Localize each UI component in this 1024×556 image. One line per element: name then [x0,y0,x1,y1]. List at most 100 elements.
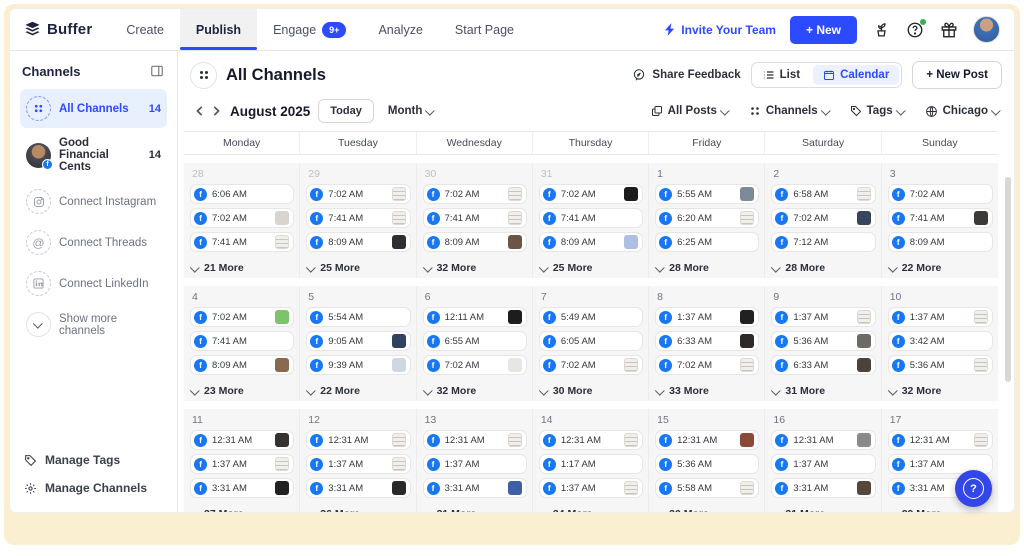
scheduled-post-chip[interactable]: f5:36 AM [888,355,993,375]
nav-start-page[interactable]: Start Page [439,9,530,50]
scheduled-post-chip[interactable]: f7:41 AM [306,208,410,228]
scheduled-post-chip[interactable]: f8:09 AM [190,355,294,375]
scheduled-post-chip[interactable]: f7:41 AM [423,208,527,228]
scheduled-post-chip[interactable]: f7:02 AM [190,307,294,327]
scheduled-post-chip[interactable]: f3:31 AM [423,478,527,498]
scheduled-post-chip[interactable]: f9:05 AM [306,331,410,351]
scheduled-post-chip[interactable]: f5:36 AM [771,331,875,351]
calendar-day-cell[interactable]: 29f7:02 AMf7:41 AMf8:09 AM25 More [300,163,416,278]
scheduled-post-chip[interactable]: f8:09 AM [888,232,993,252]
nav-create[interactable]: Create [110,9,180,50]
nav-publish[interactable]: Publish [180,9,257,50]
nav-engage[interactable]: Engage9+ [257,9,362,50]
scheduled-post-chip[interactable]: f12:31 AM [539,430,643,450]
calendar-day-cell[interactable]: 6f12:11 AMf6:55 AMf7:02 AM32 More [417,286,533,401]
prev-month-button[interactable] [192,103,208,119]
calendar-day-cell[interactable]: 30f7:02 AMf7:41 AMf8:09 AM32 More [417,163,533,278]
show-more-posts-button[interactable]: 28 More [655,260,759,275]
scheduled-post-chip[interactable]: f7:02 AM [423,184,527,204]
scheduled-post-chip[interactable]: f7:02 AM [423,355,527,375]
show-more-posts-button[interactable]: 32 More [423,383,527,398]
buffer-logo[interactable]: Buffer [10,9,110,50]
scheduled-post-chip[interactable]: f6:20 AM [655,208,759,228]
show-more-posts-button[interactable]: 32 More [888,383,993,398]
scheduled-post-chip[interactable]: f8:09 AM [423,232,527,252]
show-more-posts-button[interactable]: 25 More [539,260,643,275]
calendar-day-cell[interactable]: 7f5:49 AMf6:05 AMf7:02 AM30 More [533,286,649,401]
scheduled-post-chip[interactable]: f7:02 AM [539,184,643,204]
calendar-day-cell[interactable]: 28f6:06 AMf7:02 AMf7:41 AM21 More [184,163,300,278]
view-mode-dropdown[interactable]: Month [388,105,434,117]
show-more-posts-button[interactable]: 31 More [771,383,875,398]
scheduled-post-chip[interactable]: f12:31 AM [306,430,410,450]
calendar-day-cell[interactable]: 8f1:37 AMf6:33 AMf7:02 AM33 More [649,286,765,401]
list-view-button[interactable]: List [752,63,811,87]
share-feedback-button[interactable]: Share Feedback [632,68,740,82]
scheduled-post-chip[interactable]: f5:36 AM [655,454,759,474]
all-posts-filter[interactable]: All Posts [651,105,729,117]
scheduled-post-chip[interactable]: f3:31 AM [190,478,294,498]
tags-filter[interactable]: Tags [850,105,905,117]
help-icon[interactable] [905,20,925,40]
scheduled-post-chip[interactable]: f5:55 AM [655,184,759,204]
scheduled-post-chip[interactable]: f6:06 AM [190,184,294,204]
scheduled-post-chip[interactable]: f1:37 AM [306,454,410,474]
scheduled-post-chip[interactable]: f12:31 AM [423,430,527,450]
scheduled-post-chip[interactable]: f6:33 AM [771,355,875,375]
scheduled-post-chip[interactable]: f6:05 AM [539,331,643,351]
show-more-posts-button[interactable]: 22 More [306,383,410,398]
calendar-day-cell[interactable]: 4f7:02 AMf7:41 AMf8:09 AM23 More [184,286,300,401]
scheduled-post-chip[interactable]: f5:54 AM [306,307,410,327]
show-more-posts-button[interactable]: 22 More [888,260,993,275]
scheduled-post-chip[interactable]: f7:02 AM [539,355,643,375]
calendar-day-cell[interactable]: 31f7:02 AMf7:41 AMf8:09 AM25 More [533,163,649,278]
scheduled-post-chip[interactable]: f1:37 AM [888,307,993,327]
scheduled-post-chip[interactable]: f8:09 AM [306,232,410,252]
calendar-view-button[interactable]: Calendar [813,65,899,85]
invite-your-team-link[interactable]: Invite Your Team [665,23,776,37]
help-floating-button[interactable]: ? [955,470,992,507]
manage-channels-link[interactable]: Manage Channels [20,474,168,502]
scheduled-post-chip[interactable]: f7:02 AM [306,184,410,204]
scheduled-post-chip[interactable]: f5:49 AM [539,307,643,327]
scheduled-post-chip[interactable]: f1:37 AM [655,307,759,327]
new-button[interactable]: + New [790,16,857,44]
calendar-day-cell[interactable]: 5f5:54 AMf9:05 AMf9:39 AM22 More [300,286,416,401]
show-more-posts-button[interactable]: 23 More [190,383,294,398]
scheduled-post-chip[interactable]: f7:02 AM [771,208,875,228]
scheduled-post-chip[interactable]: f7:02 AM [190,208,294,228]
show-more-posts-button[interactable]: 34 More [539,506,643,512]
sidebar-item-connect-threads[interactable]: @ Connect Threads [20,223,167,262]
scheduled-post-chip[interactable]: f6:25 AM [655,232,759,252]
sidebar-item-all-channels[interactable]: All Channels 14 [20,89,167,128]
scheduled-post-chip[interactable]: f12:31 AM [190,430,294,450]
calendar-day-cell[interactable]: 9f1:37 AMf5:36 AMf6:33 AM31 More [765,286,881,401]
scheduled-post-chip[interactable]: f7:41 AM [888,208,993,228]
show-more-posts-button[interactable]: 25 More [306,260,410,275]
scheduled-post-chip[interactable]: f7:41 AM [190,232,294,252]
scheduled-post-chip[interactable]: f1:37 AM [423,454,527,474]
sidebar-item-connect-instagram[interactable]: Connect Instagram [20,182,167,221]
calendar-day-cell[interactable]: 15f12:31 AMf5:36 AMf5:58 AM30 More [649,409,765,512]
calendar-day-cell[interactable]: 16f12:31 AMf1:37 AMf3:31 AM31 More [765,409,881,512]
scheduled-post-chip[interactable]: f5:58 AM [655,478,759,498]
timezone-selector[interactable]: Chicago [925,105,1000,118]
scheduled-post-chip[interactable]: f1:37 AM [190,454,294,474]
scheduled-post-chip[interactable]: f1:37 AM [539,478,643,498]
scheduled-post-chip[interactable]: f6:55 AM [423,331,527,351]
show-more-posts-button[interactable]: 31 More [771,506,875,512]
scheduled-post-chip[interactable]: f7:41 AM [539,208,643,228]
scheduled-post-chip[interactable]: f12:11 AM [423,307,527,327]
gift-icon[interactable] [939,20,959,40]
show-more-posts-button[interactable]: 36 More [306,506,410,512]
scheduled-post-chip[interactable]: f1:17 AM [539,454,643,474]
new-post-button[interactable]: + New Post [912,61,1002,89]
calendar-day-cell[interactable]: 10f1:37 AMf3:42 AMf5:36 AM32 More [882,286,998,401]
show-more-posts-button[interactable]: 21 More [190,260,294,275]
show-more-posts-button[interactable]: 31 More [423,506,527,512]
scheduled-post-chip[interactable]: f9:39 AM [306,355,410,375]
scheduled-post-chip[interactable]: f8:09 AM [539,232,643,252]
scheduled-post-chip[interactable]: f6:58 AM [771,184,875,204]
scheduled-post-chip[interactable]: f3:31 AM [771,478,875,498]
calendar-day-cell[interactable]: 13f12:31 AMf1:37 AMf3:31 AM31 More [417,409,533,512]
